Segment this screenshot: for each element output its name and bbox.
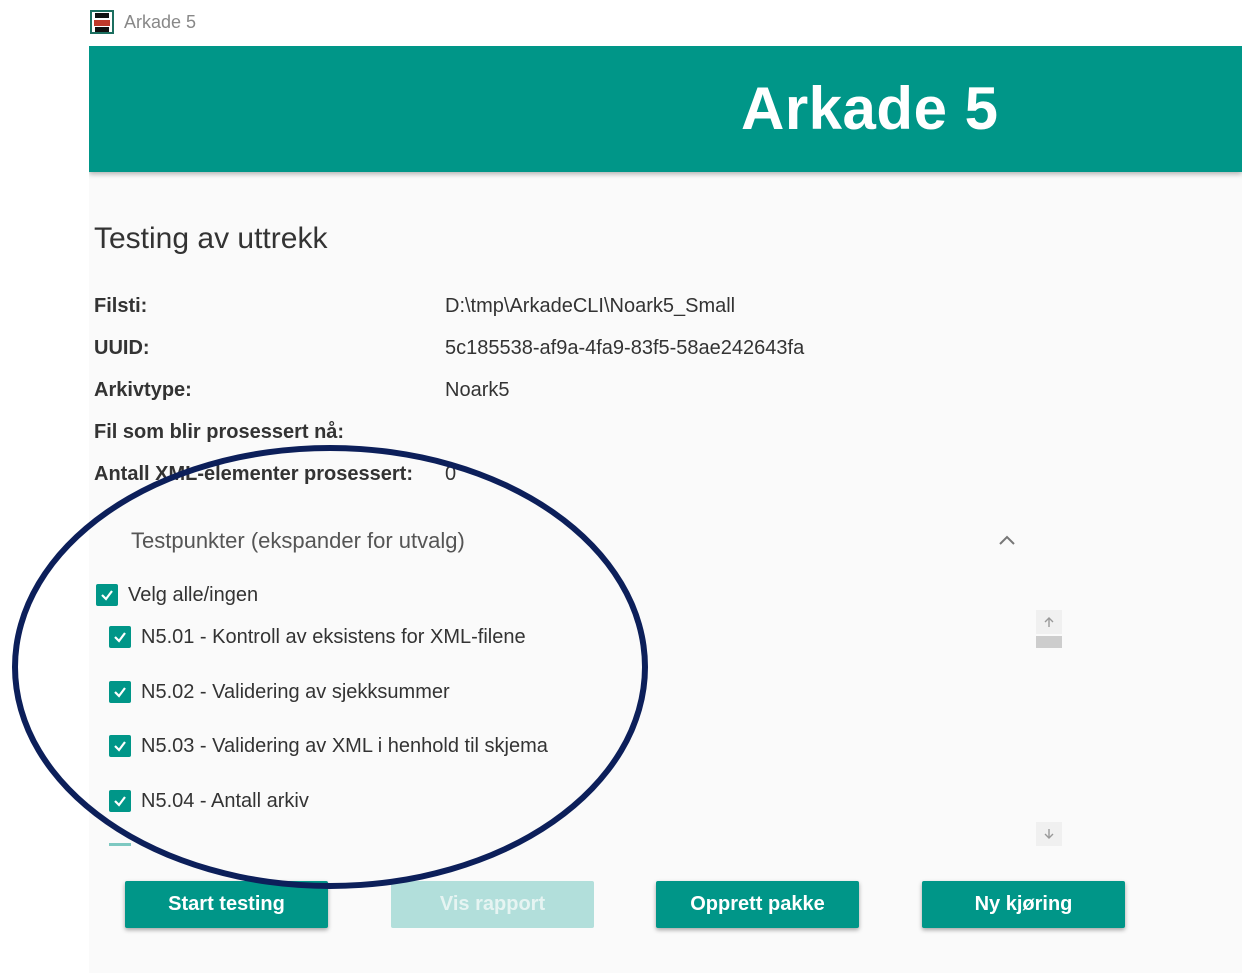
info-label-xml-count: Antall XML-elementer prosessert:: [94, 463, 413, 485]
checkmark-icon: [101, 590, 113, 601]
checkmark-icon: [114, 741, 126, 752]
testpoint-label: N5.03 - Validering av XML i henhold til …: [141, 734, 548, 757]
testpoint-label: N5.04 - Antall arkiv: [141, 789, 309, 812]
header-title: Arkade 5: [741, 75, 999, 142]
info-label-current-file: Fil som blir prosessert nå:: [94, 421, 345, 443]
select-all-checkbox[interactable]: [96, 584, 118, 606]
arrow-down-icon: [1044, 829, 1054, 839]
window-title: Arkade 5: [124, 12, 197, 32]
select-all-label: Velg alle/ingen: [128, 583, 259, 606]
window-titlebar: Arkade 5: [0, 0, 1242, 46]
checkmark-icon: [114, 687, 126, 698]
testpoint-checkbox[interactable]: [109, 681, 131, 703]
testpoint-item[interactable]: N5.02 - Validering av sjekksummer: [109, 679, 450, 705]
ny-kjoring-button[interactable]: Ny kjøring: [922, 881, 1125, 928]
scroll-thumb[interactable]: [1036, 636, 1062, 648]
scroll-down-button[interactable]: [1036, 822, 1062, 846]
testpoint-checkbox[interactable]: [109, 735, 131, 757]
vis-rapport-button: Vis rapport: [391, 881, 594, 928]
page-title: Testing av uttrekk: [94, 222, 328, 255]
app-icon: [90, 10, 114, 34]
testpoints-scrollbar[interactable]: [1036, 610, 1062, 846]
testpoint-checkbox[interactable]: [109, 626, 131, 648]
chevron-up-icon[interactable]: [994, 528, 1020, 554]
scroll-up-button[interactable]: [1036, 610, 1062, 634]
testpoint-item[interactable]: N5.04 - Antall arkiv: [109, 788, 309, 814]
info-value-arkivtype: Noark5: [445, 379, 510, 401]
checkmark-icon: [114, 632, 126, 643]
info-value-uuid: 5c185538-af9a-4fa9-83f5-58ae242643fa: [445, 337, 805, 359]
app-header: Arkade 5: [89, 46, 1242, 172]
arrow-up-icon: [1044, 617, 1054, 627]
checkmark-icon: [114, 796, 126, 807]
info-label-uuid: UUID:: [94, 337, 150, 359]
testpoint-item[interactable]: N5.01 - Kontroll av eksistens for XML-fi…: [109, 624, 526, 650]
testpoint-checkbox[interactable]: [109, 790, 131, 812]
testpoint-list-overflow: [109, 843, 131, 846]
testpoints-expander-header[interactable]: Testpunkter (ekspander for utvalg): [131, 528, 465, 554]
start-testing-button[interactable]: Start testing: [125, 881, 328, 928]
opprett-pakke-button[interactable]: Opprett pakke: [656, 881, 859, 928]
info-value-filsti: D:\tmp\ArkadeCLI\Noark5_Small: [445, 295, 736, 317]
select-all-checkbox-row[interactable]: Velg alle/ingen: [96, 582, 258, 608]
info-value-xml-count: 0: [445, 463, 457, 485]
info-label-filsti: Filsti:: [94, 295, 148, 317]
testpoint-item[interactable]: N5.03 - Validering av XML i henhold til …: [109, 733, 548, 759]
testpoint-label: N5.01 - Kontroll av eksistens for XML-fi…: [141, 625, 526, 648]
app-window: Arkade 5 Testing av uttrekk Filsti: D:\t…: [89, 46, 1242, 973]
testpoint-label: N5.02 - Validering av sjekksummer: [141, 680, 450, 703]
info-label-arkivtype: Arkivtype:: [94, 379, 192, 401]
